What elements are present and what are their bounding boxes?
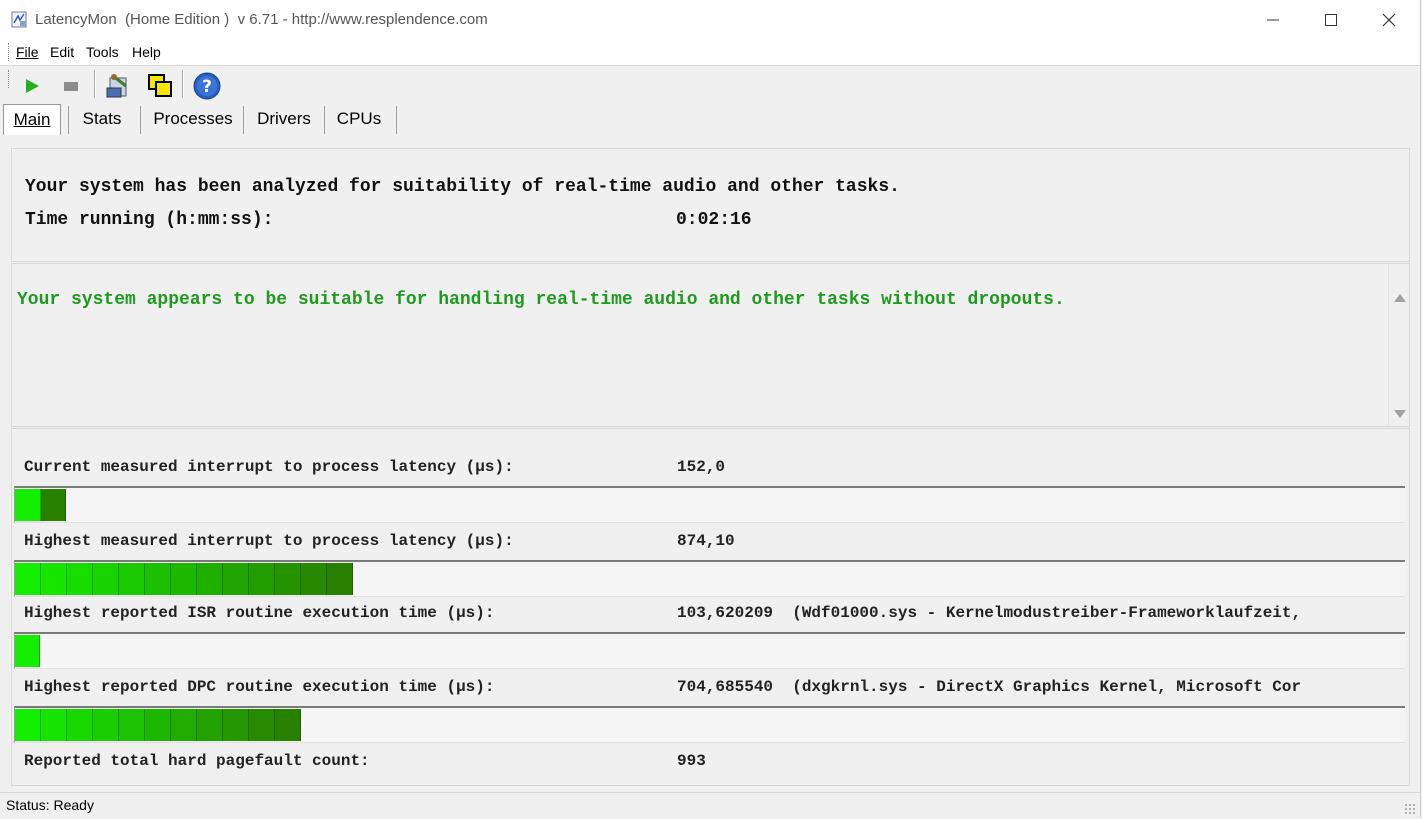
bar-segment (145, 563, 171, 595)
bar-segment (249, 563, 275, 595)
summary-panel: Your system has been analyzed for suitab… (11, 148, 1410, 262)
help-icon: ? (193, 72, 221, 100)
bar-segment (41, 489, 66, 521)
tab-cpus[interactable]: CPUs (330, 104, 388, 134)
stop-icon (64, 82, 78, 91)
maximize-button[interactable] (1302, 0, 1360, 40)
stop-button[interactable] (56, 71, 86, 101)
minimize-button[interactable] (1244, 0, 1302, 40)
bar-segment (15, 635, 40, 667)
tab-separator (396, 106, 397, 134)
minimize-icon (1267, 19, 1279, 21)
highest-latency-bar (14, 560, 1405, 597)
menu-bar: File Edit Tools Help (0, 40, 1420, 66)
tab-processes[interactable]: Processes (148, 104, 238, 134)
bar-segment (249, 709, 275, 741)
close-icon (1382, 13, 1396, 27)
bar-segment (275, 563, 301, 595)
bar-segment (145, 709, 171, 741)
bar-segment (67, 709, 93, 741)
toolbar-separator (94, 70, 96, 98)
isr-driver-detail: (Wdf01000.sys - Kernelmodustreiber-Frame… (792, 604, 1302, 622)
bar-segment (93, 563, 119, 595)
latencymon-app-icon (11, 11, 28, 28)
bar-segment (119, 709, 145, 741)
highest-latency-value: 874,10 (677, 532, 735, 550)
tab-stats[interactable]: Stats (74, 104, 130, 134)
menu-edit[interactable]: Edit (50, 44, 74, 60)
verdict-text: Your system appears to be suitable for h… (17, 290, 1065, 310)
time-running-label: Time running (h:mm:ss): (25, 210, 274, 230)
bar-segment (67, 563, 93, 595)
bar-segment (41, 563, 67, 595)
copy-windows-icon (148, 74, 172, 97)
menu-tools[interactable]: Tools (86, 44, 119, 60)
report-icon (106, 74, 127, 98)
verdict-scrollbar[interactable] (1388, 264, 1409, 426)
bar-segment (171, 563, 197, 595)
maximize-icon (1325, 14, 1337, 26)
bar-segment (223, 709, 249, 741)
toolbar: ? (0, 66, 1420, 102)
bar-segment (275, 709, 301, 741)
tab-drivers[interactable]: Drivers (249, 104, 319, 134)
tab-separator (243, 106, 244, 134)
dpc-time-value: 704,685540 (dxgkrnl.sys - DirectX Graphi… (677, 678, 1302, 696)
current-latency-bar (14, 486, 1405, 523)
isr-time-bar (14, 632, 1405, 669)
play-icon (26, 79, 39, 93)
bar-segment (223, 563, 249, 595)
analyzed-text: Your system has been analyzed for suitab… (25, 177, 900, 197)
scroll-down-icon[interactable] (1394, 410, 1406, 418)
bar-segment (15, 489, 41, 521)
bar-segment (171, 709, 197, 741)
current-latency-label: Current measured interrupt to process la… (24, 458, 514, 476)
bar-segment (119, 563, 145, 595)
isr-time-label: Highest reported ISR routine execution t… (24, 604, 495, 622)
report-button[interactable] (103, 71, 133, 101)
menu-grip (8, 43, 11, 61)
close-button[interactable] (1360, 0, 1418, 40)
bar-segment (301, 563, 327, 595)
bar-segment (197, 563, 223, 595)
pagefault-value: 993 (677, 752, 706, 770)
resize-grip[interactable] (1404, 803, 1416, 815)
dpc-time-bar (14, 706, 1405, 743)
bar-segment (197, 709, 223, 741)
isr-time-value: 103,620209 (Wdf01000.sys - Kernelmodustr… (677, 604, 1302, 622)
latencymon-window: LatencyMon (Home Edition ) v 6.71 - http… (0, 0, 1421, 819)
current-latency-value: 152,0 (677, 458, 726, 476)
tab-separator (324, 106, 325, 134)
toolbar-separator (182, 70, 184, 98)
verdict-panel: Your system appears to be suitable for h… (11, 263, 1410, 427)
tab-separator (68, 106, 69, 134)
dpc-time-label: Highest reported DPC routine execution t… (24, 678, 495, 696)
metrics-panel: Current measured interrupt to process la… (11, 428, 1410, 786)
toolbar-grip (8, 70, 11, 88)
svg-text:?: ? (202, 77, 212, 97)
dpc-driver-detail: (dxgkrnl.sys - DirectX Graphics Kernel, … (792, 678, 1302, 696)
help-button[interactable]: ? (192, 71, 222, 101)
tab-separator (140, 106, 141, 134)
bar-segment (327, 563, 353, 595)
pagefault-label: Reported total hard pagefault count: (24, 752, 370, 770)
tab-bar: Main Stats Processes Drivers CPUs (0, 102, 1420, 136)
copy-windows-button[interactable] (145, 71, 175, 101)
menu-help[interactable]: Help (132, 44, 161, 60)
highest-latency-label: Highest measured interrupt to process la… (24, 532, 514, 550)
status-text: Status: Ready (6, 797, 94, 813)
bar-segment (15, 563, 41, 595)
time-running-value: 0:02:16 (676, 210, 752, 230)
title-bar: LatencyMon (Home Edition ) v 6.71 - http… (0, 0, 1420, 40)
tab-main[interactable]: Main (3, 104, 61, 135)
start-button[interactable] (17, 71, 47, 101)
menu-file[interactable]: File (16, 44, 39, 60)
bar-segment (41, 709, 67, 741)
bar-segment (15, 709, 41, 741)
scroll-up-icon[interactable] (1394, 294, 1406, 302)
status-bar: Status: Ready (0, 792, 1420, 819)
window-title: LatencyMon (Home Edition ) v 6.71 - http… (35, 11, 488, 28)
bar-segment (93, 709, 119, 741)
